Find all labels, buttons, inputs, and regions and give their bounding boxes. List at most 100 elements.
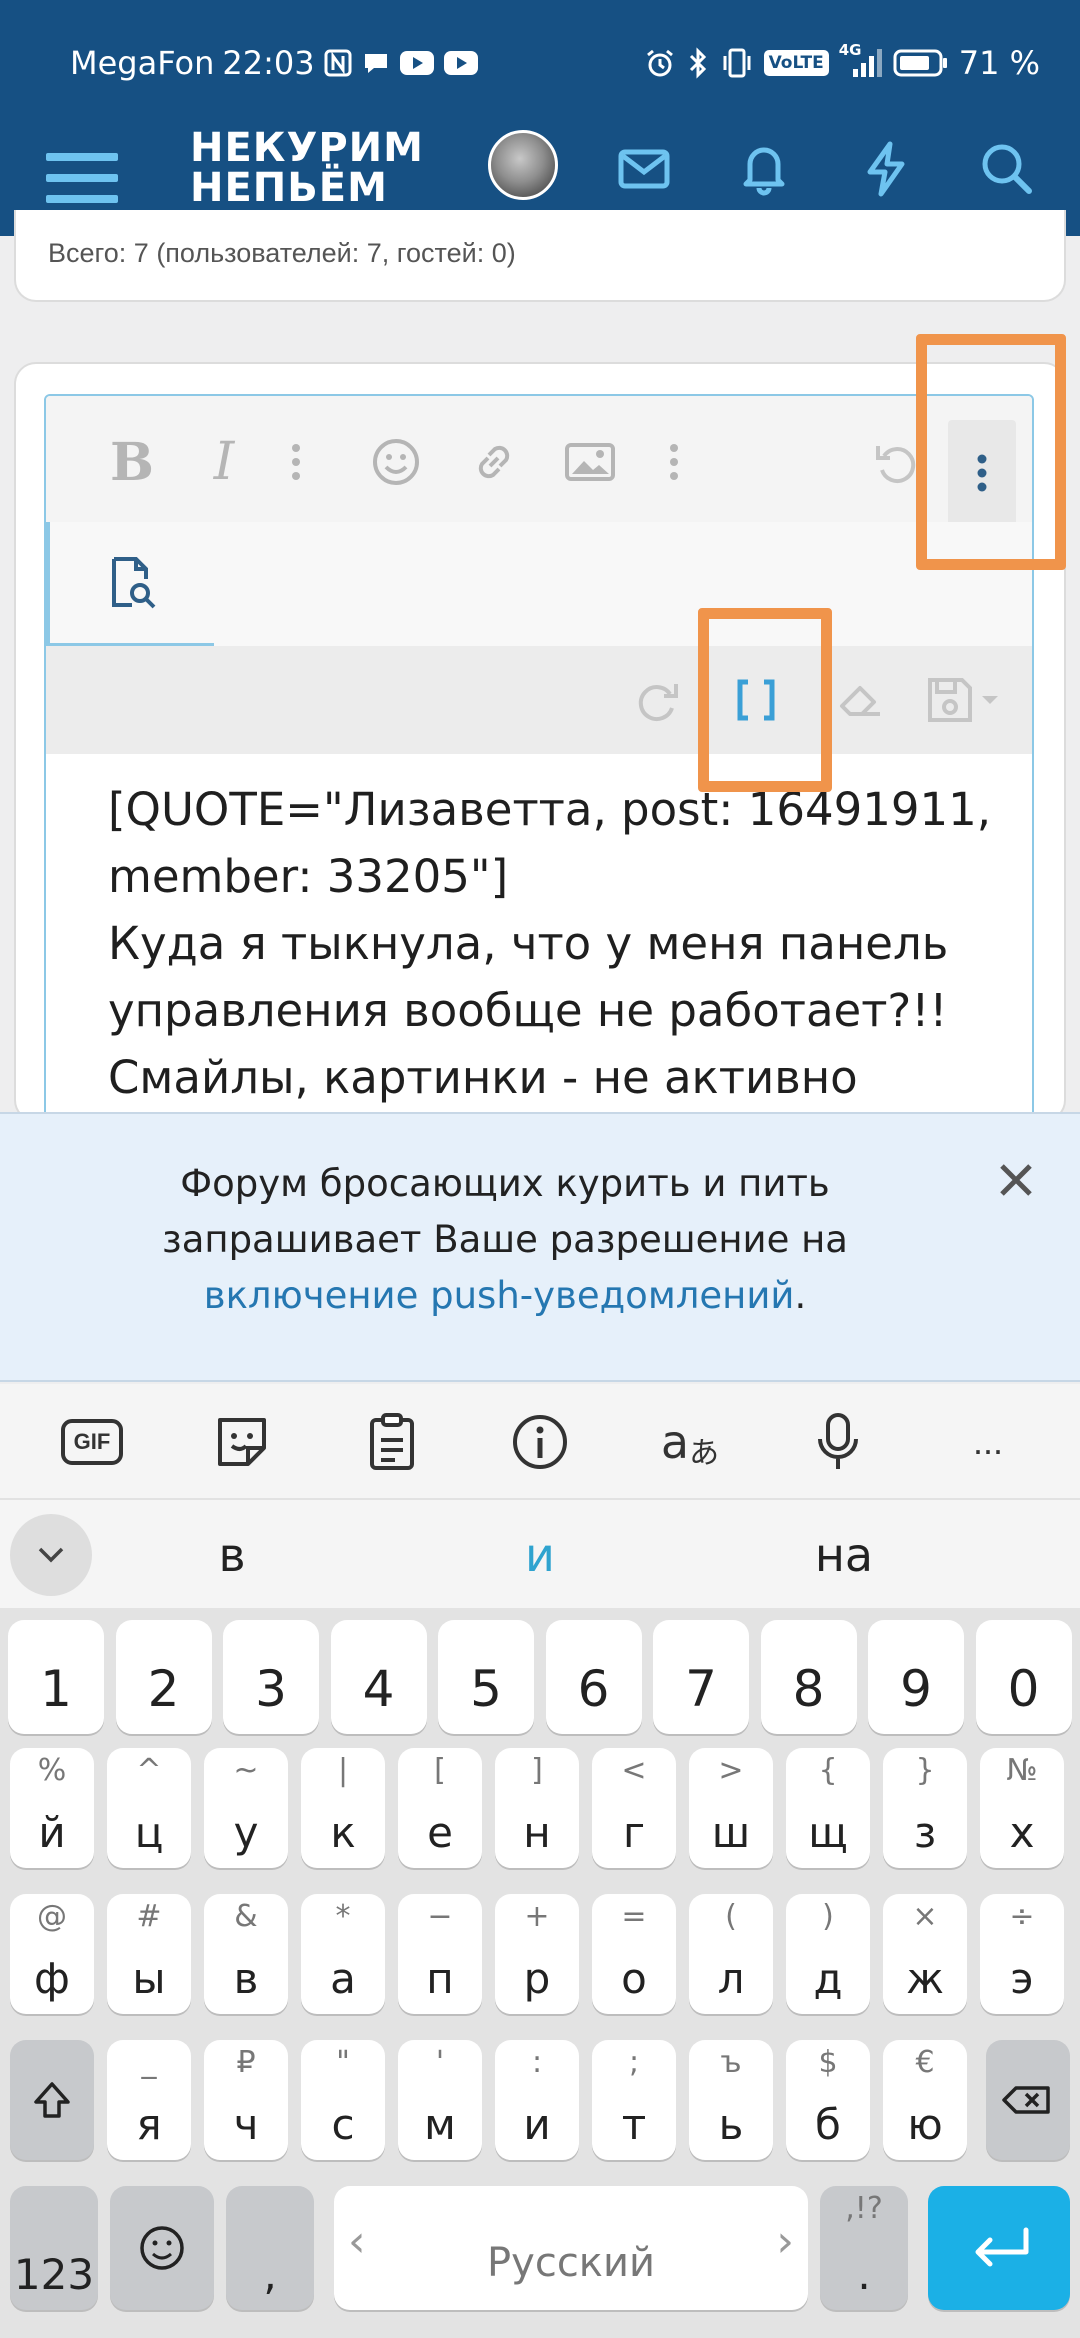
- key-в[interactable]: & в: [204, 1894, 288, 2014]
- key-ы[interactable]: # ы: [107, 1894, 191, 2014]
- period-key[interactable]: ,!?.: [820, 2186, 908, 2310]
- shift-key[interactable]: [10, 2040, 94, 2160]
- key-у[interactable]: ~ у: [204, 1748, 288, 1868]
- enable-push-link[interactable]: включение push-уведомлений: [204, 1274, 795, 1317]
- editor-content[interactable]: [QUOTE="Лизаветта, post: 16491911, membe…: [108, 776, 1008, 1111]
- volte-badge: VoLTE: [763, 50, 829, 76]
- search-icon[interactable]: [974, 136, 1038, 200]
- key-7[interactable]: 7: [653, 1620, 749, 1734]
- preview-icon: [112, 556, 156, 608]
- key-alt-label: _: [141, 2045, 157, 2080]
- lightning-icon[interactable]: [854, 136, 918, 200]
- avatar[interactable]: [488, 130, 558, 200]
- backspace-key[interactable]: [986, 2040, 1070, 2160]
- smiley-icon[interactable]: [366, 432, 426, 492]
- key-р[interactable]: + р: [495, 1894, 579, 2014]
- gif-icon[interactable]: GIF: [58, 1408, 126, 1476]
- suggestion-3[interactable]: на: [744, 1528, 944, 1582]
- key-5[interactable]: 5: [438, 1620, 534, 1734]
- translate-icon[interactable]: aあ: [656, 1408, 724, 1476]
- editor-tab-row: [46, 522, 1032, 646]
- image-icon[interactable]: [560, 432, 620, 492]
- key-т[interactable]: ; т: [592, 2040, 676, 2160]
- suggestion-bar: в и на: [0, 1500, 1080, 1608]
- eraser-icon[interactable]: [830, 670, 890, 730]
- key-0[interactable]: 0: [975, 1620, 1072, 1734]
- italic-icon[interactable]: I: [194, 432, 254, 492]
- key-к[interactable]: | к: [301, 1748, 385, 1868]
- close-icon[interactable]: [992, 1156, 1040, 1204]
- key-о[interactable]: = о: [592, 1894, 676, 2014]
- key-alt-label: ': [435, 2045, 445, 2080]
- key-г[interactable]: < г: [592, 1748, 676, 1868]
- key-label: п: [426, 1954, 454, 2003]
- enter-key[interactable]: [928, 2186, 1070, 2310]
- push-notice-text: Форум бросающих курить и пить запрашивае…: [60, 1156, 950, 1324]
- inbox-icon[interactable]: [612, 136, 676, 200]
- key-ц[interactable]: ^ ц: [107, 1748, 191, 1868]
- more-options-icon[interactable]: ...: [954, 1408, 1022, 1476]
- clipboard-icon[interactable]: [358, 1408, 426, 1476]
- key-2[interactable]: 2: [115, 1620, 212, 1734]
- content-line: member: 33205"]: [108, 850, 509, 903]
- bold-icon[interactable]: B: [102, 432, 162, 493]
- key-ш[interactable]: > ш: [689, 1748, 773, 1868]
- key-ч[interactable]: ₽ ч: [204, 2040, 288, 2160]
- symbols-key[interactable]: 123: [10, 2186, 98, 2310]
- save-draft-icon[interactable]: [920, 670, 1010, 730]
- key-ь[interactable]: ъь: [689, 2040, 773, 2160]
- key-6[interactable]: 6: [545, 1620, 642, 1734]
- key-1[interactable]: 1: [8, 1620, 104, 1734]
- key-и[interactable]: :и: [495, 2040, 579, 2160]
- key-я[interactable]: _ я: [107, 2040, 191, 2160]
- key-х[interactable]: № х: [980, 1748, 1064, 1868]
- key-ф[interactable]: @ ф: [10, 1894, 94, 2014]
- key-alt-label: ;: [628, 2045, 640, 2080]
- key-9[interactable]: 9: [868, 1620, 964, 1734]
- link-icon[interactable]: [464, 432, 524, 492]
- key-ю[interactable]: € ю: [883, 2040, 967, 2160]
- key-3[interactable]: 3: [223, 1620, 319, 1734]
- key-е[interactable]: [е: [398, 1748, 482, 1868]
- chevron-down-icon[interactable]: [10, 1514, 92, 1596]
- key-ж[interactable]: × ж: [883, 1894, 967, 2014]
- more-insert-options-icon[interactable]: [644, 432, 704, 492]
- key-8[interactable]: 8: [760, 1620, 857, 1734]
- key-а[interactable]: * а: [301, 1894, 385, 2014]
- key-б[interactable]: $ б: [786, 2040, 870, 2160]
- space-key[interactable]: Русский ‹ ›: [334, 2186, 808, 2310]
- key-alt-label: @: [37, 1899, 67, 1934]
- key-д[interactable]: ) д: [786, 1894, 870, 2014]
- key-й[interactable]: % й: [10, 1748, 94, 1868]
- key-э[interactable]: ÷ э: [980, 1894, 1064, 2014]
- key-alt-label: ×: [912, 1899, 938, 1934]
- key-л[interactable]: (л: [689, 1894, 773, 2014]
- key-4[interactable]: 4: [330, 1620, 427, 1734]
- microphone-icon[interactable]: [804, 1408, 872, 1476]
- bell-icon[interactable]: [732, 136, 796, 200]
- key-п[interactable]: − п: [398, 1894, 482, 2014]
- key-з[interactable]: } з: [883, 1748, 967, 1868]
- key-м[interactable]: ' м: [398, 2040, 482, 2160]
- menu-icon[interactable]: [46, 142, 118, 214]
- suggestion-1[interactable]: в: [132, 1528, 332, 1582]
- info-icon[interactable]: [506, 1408, 574, 1476]
- more-text-options-icon[interactable]: [266, 432, 326, 492]
- tab-preview[interactable]: [46, 522, 214, 646]
- alarm-icon: [644, 47, 676, 79]
- comma-key[interactable]: ,: [226, 2186, 314, 2310]
- enter-icon: [975, 2227, 1029, 2267]
- rich-text-editor[interactable]: B I [QUOTE="Лизаветта, post: 16491911, m…: [44, 394, 1034, 1124]
- site-logo[interactable]: НЕКУРИМ НЕПЬЁМ: [190, 128, 424, 208]
- sticker-icon[interactable]: [208, 1408, 276, 1476]
- key-alt-label: #: [136, 1899, 162, 1934]
- redo-icon[interactable]: [628, 670, 688, 730]
- key-label: 0: [1007, 1660, 1040, 1718]
- key-н[interactable]: ] н: [495, 1748, 579, 1868]
- key-label: ц: [134, 1808, 164, 1857]
- key-с[interactable]: " с: [301, 2040, 385, 2160]
- key-alt-label: <: [621, 1753, 647, 1788]
- emoji-key[interactable]: [110, 2186, 214, 2310]
- suggestion-2[interactable]: и: [440, 1528, 640, 1582]
- key-щ[interactable]: {щ: [786, 1748, 870, 1868]
